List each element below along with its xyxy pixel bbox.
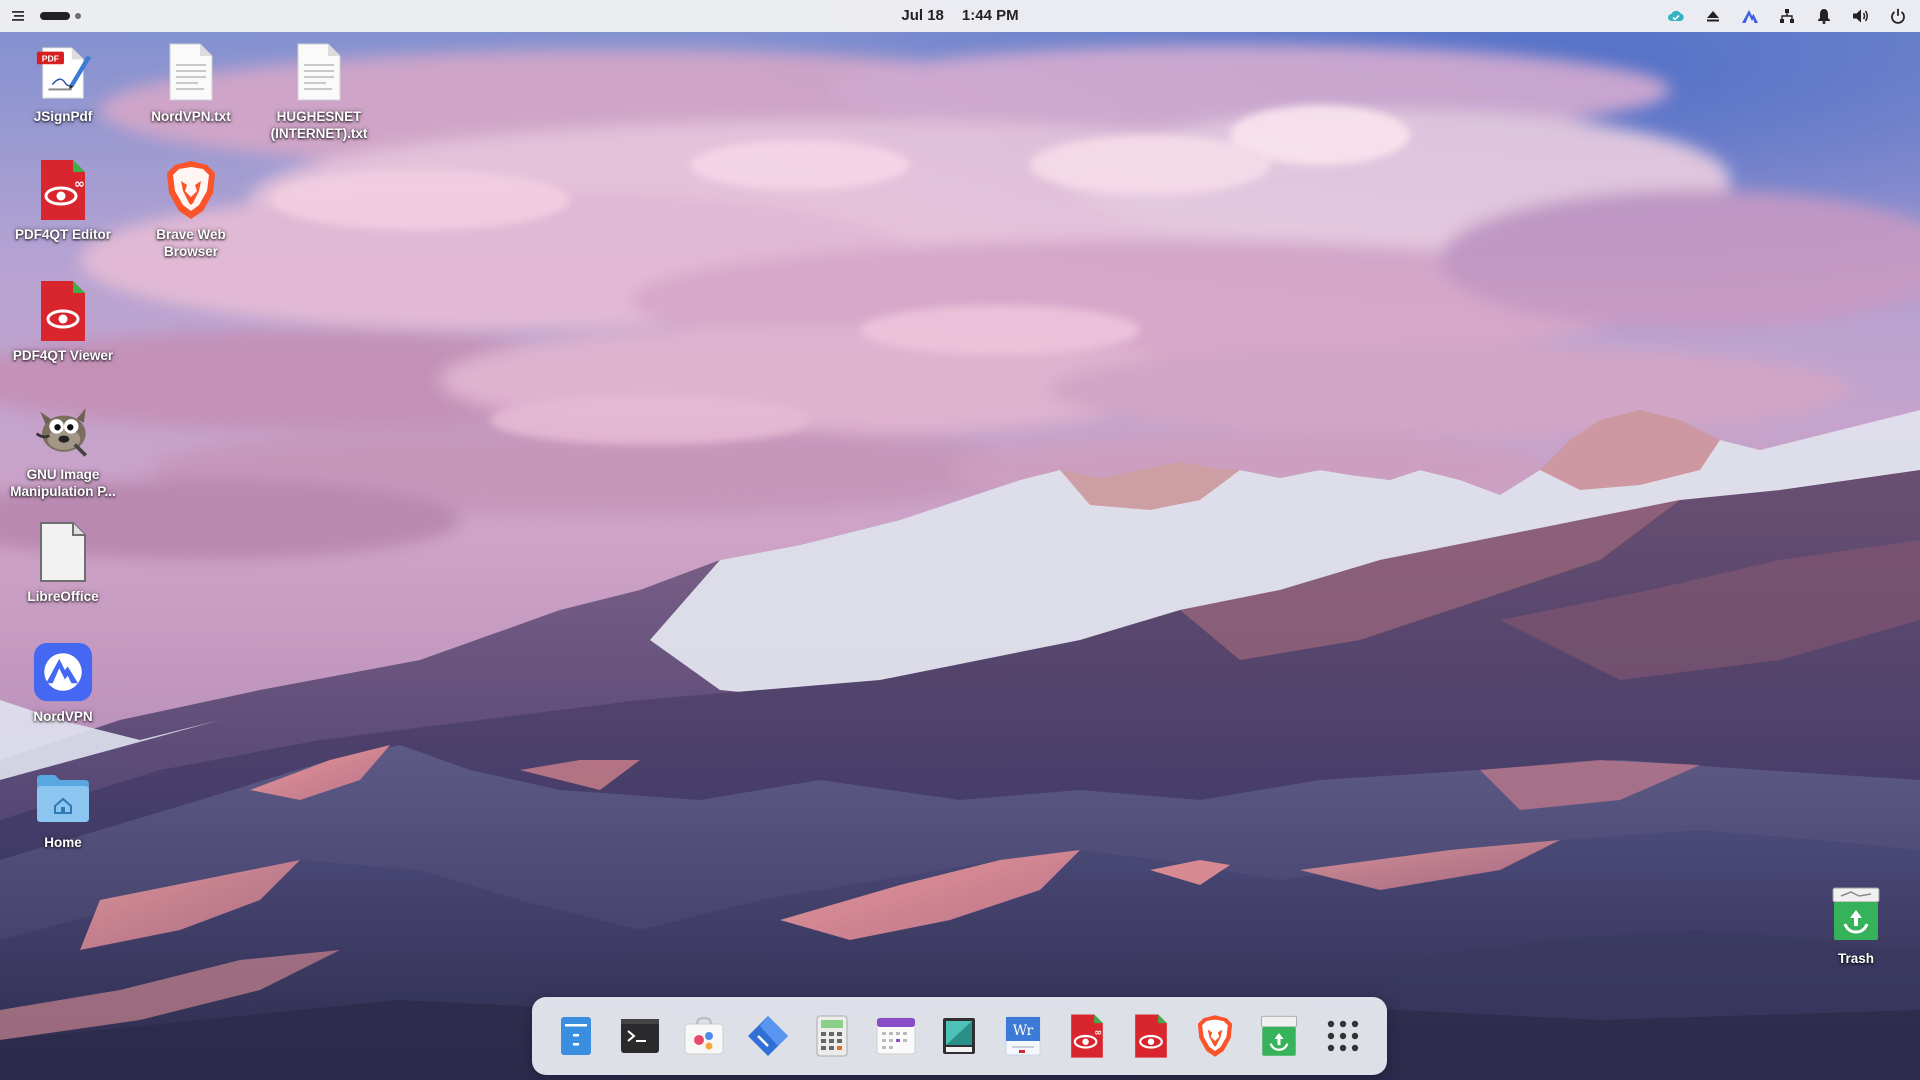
workspace-active-pill[interactable] — [40, 12, 70, 20]
text-file-icon — [161, 42, 221, 102]
code-editor-icon[interactable] — [743, 1011, 793, 1061]
nordvpn-tray-icon[interactable] — [1740, 6, 1760, 26]
text-file-icon — [289, 42, 349, 102]
desktop-icon-label: Home — [44, 835, 82, 850]
desktop-icon-pdf4qt-editor[interactable]: ∞ PDF4QT Editor — [3, 160, 123, 243]
eject-icon[interactable] — [1703, 6, 1723, 26]
network-icon[interactable] — [1777, 6, 1797, 26]
desktop-icon-label: PDF4QT Editor — [14, 227, 111, 242]
desktop-icon-nordvpn[interactable]: NordVPN — [3, 642, 123, 725]
volume-icon[interactable] — [1851, 6, 1871, 26]
dock: Wr ∞ — [532, 997, 1387, 1075]
clock-date[interactable]: Jul 18 — [901, 7, 944, 24]
power-icon[interactable] — [1888, 6, 1908, 26]
trash-icon — [1826, 884, 1886, 944]
desktop-icon-hughesnet-txt[interactable]: HUGHESNET (INTERNET).txt — [259, 42, 379, 142]
nordvpn-icon — [33, 642, 93, 702]
svg-text:∞: ∞ — [1095, 1027, 1103, 1038]
desktop-icon-label: NordVPN — [33, 709, 93, 724]
desktop-icon-trash[interactable]: Trash — [1796, 884, 1916, 967]
pdf-signature-icon: PDF — [33, 42, 93, 102]
desktop-icon-label: LibreOffice — [27, 589, 99, 604]
desktop-icon-label: NordVPN.txt — [151, 109, 231, 124]
svg-text:PDF: PDF — [42, 53, 59, 63]
trash-icon[interactable] — [1254, 1011, 1304, 1061]
desktop-icon-brave[interactable]: Brave Web Browser — [131, 160, 251, 260]
calendar-icon[interactable] — [871, 1011, 921, 1061]
pdf-editor-icon: ∞ — [33, 160, 93, 220]
pdf-viewer-icon — [33, 281, 93, 341]
svg-text:∞: ∞ — [74, 177, 85, 192]
brave-lion-icon — [161, 160, 221, 220]
gimp-icon — [33, 400, 93, 460]
pdf-viewer-icon[interactable] — [1126, 1011, 1176, 1061]
app-grid-icon[interactable] — [1318, 1011, 1368, 1061]
svg-text:Wr: Wr — [1013, 1023, 1034, 1039]
desktop-icon-label: Brave Web Browser — [156, 227, 226, 259]
desktop-icon-label: Trash — [1837, 951, 1875, 966]
cloud-sync-icon[interactable] — [1666, 6, 1686, 26]
terminal-icon[interactable] — [615, 1011, 665, 1061]
desktop-icon-label: PDF4QT Viewer — [12, 348, 114, 363]
desktop-icon-nordvpn-txt[interactable]: NordVPN.txt — [131, 42, 251, 125]
desktop-icon-pdf4qt-viewer[interactable]: PDF4QT Viewer — [3, 281, 123, 364]
top-panel-left — [10, 0, 81, 32]
calculator-icon[interactable] — [807, 1011, 857, 1061]
notification-bell-icon[interactable] — [1814, 6, 1834, 26]
clock: Jul 18 1:44 PM — [0, 0, 1920, 32]
menu-icon[interactable] — [10, 8, 26, 24]
document-icon — [33, 522, 93, 582]
desktop-icon-label: HUGHESNET (INTERNET).txt — [270, 109, 368, 141]
top-panel: Jul 18 1:44 PM — [0, 0, 1920, 32]
desktop-icon-label: JSignPdf — [33, 109, 93, 124]
screenshot-icon[interactable] — [934, 1011, 984, 1061]
desktop-icon-gimp[interactable]: GNU Image Manipulation P... — [3, 400, 123, 500]
word-processor-icon[interactable]: Wr — [998, 1011, 1048, 1061]
desktop-icon-jsignpdf[interactable]: PDF JSignPdf — [3, 42, 123, 125]
desktop-icon-label: GNU Image Manipulation P... — [10, 467, 116, 499]
desktop-wallpaper — [0, 0, 1920, 1080]
desktop-icon-home[interactable]: Home — [3, 768, 123, 851]
file-manager-icon[interactable] — [551, 1011, 601, 1061]
clock-time[interactable]: 1:44 PM — [962, 7, 1019, 24]
brave-lion-icon[interactable] — [1190, 1011, 1240, 1061]
system-tray — [1666, 0, 1908, 32]
workspace-dot[interactable] — [75, 13, 81, 19]
desktop-icon-libreoffice[interactable]: LibreOffice — [3, 522, 123, 605]
workspace-indicator[interactable] — [40, 12, 81, 20]
pdf-editor-icon[interactable]: ∞ — [1062, 1011, 1112, 1061]
home-folder-icon — [33, 768, 93, 828]
app-store-icon[interactable] — [679, 1011, 729, 1061]
